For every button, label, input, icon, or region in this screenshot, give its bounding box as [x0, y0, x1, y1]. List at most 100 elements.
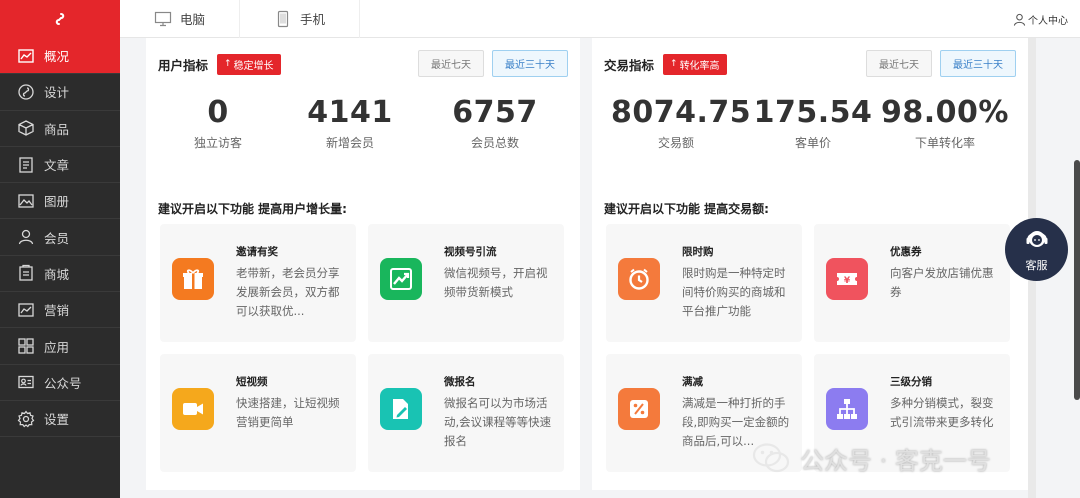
- monitor-icon: [154, 11, 172, 26]
- feature-card-invite-reward[interactable]: 邀请有奖 老带新，老会员分享发展新会员，双方都可以获取优...: [160, 224, 356, 342]
- stat-new-members: 4141 新增会员: [285, 96, 415, 151]
- stat-value: 175.54: [753, 95, 873, 130]
- badge-label: 转化率高: [679, 60, 720, 72]
- sidebar-item-label: 营销: [44, 303, 70, 319]
- sidebar-item-albums[interactable]: 图册: [0, 183, 120, 220]
- user-icon: [1013, 13, 1026, 26]
- card-description: 微信视频号，开启视频带货新模式: [444, 266, 548, 299]
- last-30-days-button[interactable]: 最近三十天: [940, 50, 1016, 77]
- id-card-icon: [17, 373, 35, 391]
- stat-value: 8074.75: [611, 95, 752, 130]
- sidebar-item-articles[interactable]: 文章: [0, 147, 120, 184]
- sidebar-item-overview[interactable]: 概况: [0, 38, 120, 75]
- customer-service-label: 客服: [1025, 259, 1048, 272]
- suggestion-heading: 建议开启以下功能 提高用户增长量:: [158, 202, 347, 216]
- watermark: 公众号 · 客克一号: [752, 438, 991, 478]
- status-badge: ↑ 转化率高: [663, 53, 727, 75]
- signup-icon: [380, 388, 422, 430]
- suggestion-heading: 建议开启以下功能 提高交易额:: [604, 202, 769, 216]
- sidebar-item-settings[interactable]: 设置: [0, 401, 120, 438]
- user-center-link[interactable]: 个人中心: [1013, 0, 1068, 38]
- card-title: 优惠券: [890, 246, 922, 258]
- sidebar-item-products[interactable]: 商品: [0, 111, 120, 147]
- card-title: 满减: [682, 376, 703, 388]
- tab-mobile[interactable]: 手机: [240, 0, 361, 38]
- card-description: 快速搭建，让短视频营销更简单: [236, 396, 340, 429]
- card-description: 微报名可以为市场活动,会议课程等等快速报名: [444, 396, 552, 448]
- card-description: 老带新，老会员分享发展新会员，双方都可以获取优...: [236, 266, 340, 318]
- sidebar-item-label: 商品: [44, 121, 70, 137]
- wechat-icon: [752, 443, 790, 473]
- arrow-up-icon: ↑: [224, 59, 232, 69]
- coupon-icon: ¥: [826, 258, 868, 300]
- card-title: 视频号引流: [444, 246, 497, 258]
- box-icon: [17, 119, 35, 137]
- card-description: 限时购是一种特定时间特价购买的商城和平台推广功能: [682, 266, 786, 318]
- stat-transaction-amount: 8074.75 交易额: [611, 95, 752, 151]
- last-30-days-button[interactable]: 最近三十天: [492, 50, 568, 77]
- status-badge: ↑ 稳定增长: [217, 53, 281, 75]
- stat-avg-order-value: 175.54 客单价: [748, 96, 878, 151]
- stat-conversion-rate: 98.00% 下单转化率: [880, 96, 1010, 151]
- sidebar-item-apps[interactable]: 应用: [0, 328, 120, 365]
- trend-icon: [380, 258, 422, 300]
- range-buttons: 最近七天 最近三十天: [866, 50, 1016, 77]
- tab-pc[interactable]: 电脑: [120, 0, 241, 38]
- feature-card-short-video[interactable]: 短视频 快速搭建，让短视频营销更简单: [160, 354, 356, 472]
- feature-card-coupon[interactable]: ¥ 优惠券 向客户发放店铺优惠券: [814, 224, 1010, 342]
- sidebar-item-label: 图册: [44, 194, 70, 210]
- sidebar-item-members[interactable]: 会员: [0, 219, 120, 256]
- top-bar: 电脑 手机 个人中心: [120, 0, 1080, 38]
- tab-label: 手机: [300, 12, 326, 27]
- stat-value: 98.00%: [881, 95, 1009, 130]
- last-7-days-button[interactable]: 最近七天: [866, 50, 932, 77]
- user-metrics-panel: 用户指标 ↑ 稳定增长 最近七天 最近三十天 0 独立访客 4141 新增会员 6…: [146, 38, 580, 490]
- panel-title: 用户指标: [158, 57, 209, 73]
- stat-unique-visitors: 0 独立访客: [153, 96, 283, 151]
- sidebar-item-official-account[interactable]: 公众号: [0, 365, 120, 401]
- feature-card-flash-sale[interactable]: 限时购 限时购是一种特定时间特价购买的商城和平台推广功能: [606, 224, 802, 342]
- sidebar-item-label: 文章: [44, 158, 70, 174]
- scrollbar-thumb[interactable]: [1074, 160, 1080, 400]
- sidebar-item-design[interactable]: 设计: [0, 74, 120, 111]
- sidebar-item-label: 应用: [44, 339, 70, 355]
- store-icon: [17, 264, 35, 282]
- trade-metrics-panel: 交易指标 ↑ 转化率高 最近七天 最近三十天 8074.75 交易额 175.54…: [592, 38, 1028, 490]
- card-title: 限时购: [682, 246, 714, 258]
- stats-row: 8074.75 交易额 175.54 客单价 98.00% 下单转化率: [592, 96, 1028, 156]
- image-icon: [17, 192, 35, 210]
- watermark-text: 公众号 · 客克一号: [800, 446, 991, 475]
- sidebar-item-label: 设置: [44, 412, 70, 428]
- sidebar-item-label: 设计: [44, 85, 70, 101]
- gift-icon: [172, 258, 214, 300]
- stat-value: 0: [207, 95, 229, 130]
- customer-service-button[interactable]: 客服: [1005, 218, 1068, 281]
- stat-value: 4141: [307, 95, 393, 130]
- stat-label: 会员总数: [470, 136, 519, 150]
- stat-total-members: 6757 会员总数: [430, 96, 560, 151]
- user-center-label: 个人中心: [1028, 15, 1068, 27]
- last-7-days-button[interactable]: 最近七天: [418, 50, 484, 77]
- feature-card-micro-signup[interactable]: 微报名 微报名可以为市场活动,会议课程等等快速报名: [368, 354, 564, 472]
- logo-icon: [55, 13, 65, 25]
- card-title: 短视频: [236, 376, 268, 388]
- sidebar-item-label: 概况: [44, 49, 70, 65]
- article-icon: [17, 156, 35, 174]
- arrow-up-icon: ↑: [670, 59, 678, 69]
- logo[interactable]: [0, 0, 120, 38]
- feature-card-video-channel[interactable]: 视频号引流 微信视频号，开启视频带货新模式: [368, 224, 564, 342]
- headset-icon: [1026, 231, 1047, 247]
- sidebar-item-label: 会员: [44, 230, 70, 246]
- timer-icon: [618, 258, 660, 300]
- panel-header: 用户指标 ↑ 稳定增长 最近七天 最近三十天: [158, 50, 568, 78]
- sidebar-item-marketing[interactable]: 营销: [0, 292, 120, 329]
- panel-title: 交易指标: [604, 57, 655, 73]
- video-icon: [172, 388, 214, 430]
- percent-icon: [618, 388, 660, 430]
- sidebar-item-store[interactable]: 商城: [0, 256, 120, 293]
- sidebar-item-label: 公众号: [44, 375, 82, 391]
- design-icon: [17, 83, 35, 101]
- gear-icon: [17, 410, 35, 428]
- stat-label: 独立访客: [193, 136, 242, 150]
- card-description: 多种分销模式，裂变式引流带来更多转化: [890, 396, 994, 429]
